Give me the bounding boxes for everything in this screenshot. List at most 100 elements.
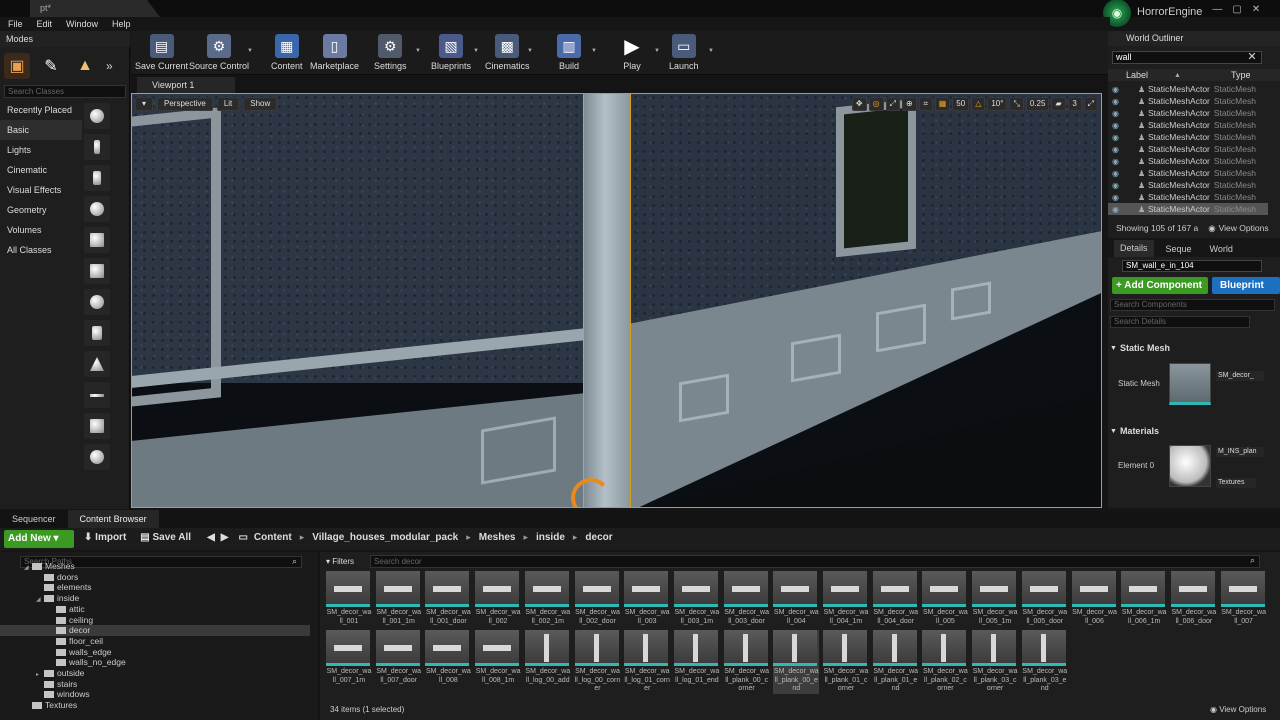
outliner-view-options[interactable]: View Options <box>1219 223 1269 233</box>
outliner-search-input[interactable]: wall <box>1112 51 1262 64</box>
asset-tile[interactable]: SM_decor_wall_log_00_add <box>524 630 571 685</box>
visibility-eye-icon[interactable]: ◉ <box>1112 121 1122 130</box>
actor-plane-icon[interactable] <box>84 382 110 408</box>
asset-tile[interactable]: SM_decor_wall_008 <box>425 630 471 685</box>
asset-tile[interactable]: SM_decor_wall_007_door <box>375 630 422 685</box>
category-geometry[interactable]: Geometry <box>0 200 82 220</box>
tree-folder[interactable]: ◢ Meshes <box>0 561 310 572</box>
asset-tile[interactable]: SM_decor_wall_log_01_corner <box>624 630 670 694</box>
actor-player-start-icon[interactable] <box>84 134 110 160</box>
asset-tile[interactable]: SM_decor_wall_007_1m <box>326 630 372 685</box>
tree-folder[interactable]: doors <box>0 572 310 583</box>
menu-window[interactable]: Window <box>66 19 98 29</box>
outliner-row[interactable]: ◉ ♟ StaticMeshActor StaticMesh <box>1108 179 1268 191</box>
visibility-eye-icon[interactable]: ◉ <box>1112 109 1122 118</box>
launch-button[interactable]: ▭ Launch <box>669 34 699 71</box>
minimize-icon[interactable]: — <box>1212 4 1222 15</box>
import-button[interactable]: ⬇ Import <box>84 532 126 543</box>
breadcrumb-content[interactable]: Content <box>254 532 292 543</box>
asset-view-options[interactable]: ◉ View Options <box>1210 705 1266 714</box>
textures-dropdown[interactable]: Textures <box>1216 478 1256 488</box>
asset-tile[interactable]: SM_decor_wall_003_1m <box>673 571 720 626</box>
surface-snap-icon[interactable]: ⌗ <box>918 97 933 111</box>
search-classes-input[interactable]: Search Classes <box>4 85 126 98</box>
save-current-button[interactable]: ▤ Save Current <box>135 34 188 71</box>
tree-folder[interactable]: walls_no_edge <box>0 657 310 668</box>
place-mode-icon[interactable]: ▣ <box>4 53 30 79</box>
outliner-tab[interactable]: World Outliner <box>1108 31 1280 46</box>
mesh-asset-combo[interactable]: SM_decor_ <box>1216 371 1264 381</box>
breadcrumb-village[interactable]: Village_houses_modular_pack <box>312 532 458 543</box>
outliner-row[interactable]: ◉ ♟ StaticMeshActor StaticMesh <box>1108 131 1268 143</box>
blueprints-dropdown-icon[interactable]: ▼ <box>473 48 479 54</box>
tab-sequencer-bottom[interactable]: Sequencer <box>0 510 68 528</box>
landscape-mode-icon[interactable]: ▲ <box>72 53 98 79</box>
menu-edit[interactable]: Edit <box>37 19 53 29</box>
play-button[interactable]: ▶ Play <box>620 34 644 72</box>
asset-tile[interactable]: SM_decor_wall_001 <box>326 571 372 626</box>
tree-folder[interactable]: attic <box>0 604 310 615</box>
material-thumbnail[interactable] <box>1169 445 1211 487</box>
category-cinematic[interactable]: Cinematic <box>0 160 82 180</box>
actor-cylinder-mesh-icon[interactable] <box>84 320 110 346</box>
rotation-snap-value[interactable]: 10° <box>987 97 1008 111</box>
camera-speed-value[interactable]: 3 <box>1067 97 1082 111</box>
tree-folder[interactable]: stairs <box>0 679 310 690</box>
asset-tile[interactable]: SM_decor_wall_005 <box>922 571 968 626</box>
actor-cube-icon[interactable] <box>84 258 110 284</box>
outliner-row[interactable]: ◉ ♟ StaticMeshActor StaticMesh <box>1108 83 1268 95</box>
source-control-dropdown-icon[interactable]: ▼ <box>247 48 253 54</box>
asset-tile[interactable]: SM_decor_wall_log_00_corner <box>574 630 621 694</box>
asset-tile[interactable]: SM_decor_wall_007 <box>1220 571 1267 626</box>
asset-tile[interactable]: SM_decor_wall_log_01_end <box>673 630 720 685</box>
breadcrumb-sep-icon[interactable]: ▸ <box>523 532 528 543</box>
mesh-thumbnail[interactable] <box>1169 363 1211 405</box>
asset-tile[interactable]: SM_decor_wall_006_door <box>1170 571 1217 626</box>
outliner-row[interactable]: ◉ ♟ StaticMeshActor StaticMesh <box>1108 191 1268 203</box>
modes-tab[interactable]: Modes <box>0 31 130 47</box>
outliner-row[interactable]: ◉ ♟ StaticMeshActor StaticMesh <box>1108 155 1268 167</box>
actor-box-trigger-icon[interactable] <box>84 413 110 439</box>
asset-tile[interactable]: SM_decor_wall_006 <box>1071 571 1118 626</box>
source-control-button[interactable]: ⚙ Source Control <box>189 34 249 71</box>
category-visual-effects[interactable]: Visual Effects <box>0 180 82 200</box>
tree-folder[interactable]: ◢ inside <box>0 593 310 604</box>
actor-camera-icon[interactable] <box>84 227 110 253</box>
asset-tile[interactable]: SM_decor_wall_plank_01_corner <box>823 630 869 694</box>
actor-sphere-mesh-icon[interactable] <box>84 289 110 315</box>
asset-tile[interactable]: SM_decor_wall_005_1m <box>972 571 1018 626</box>
category-basic[interactable]: Basic <box>0 120 82 140</box>
translate-icon[interactable]: ✥ <box>851 97 867 111</box>
outliner-row[interactable]: ◉ ♟ StaticMeshActor StaticMesh <box>1108 95 1268 107</box>
category-lights[interactable]: Lights <box>0 140 82 160</box>
breadcrumb-meshes[interactable]: Meshes <box>479 532 516 543</box>
actor-point-light-icon[interactable] <box>84 196 110 222</box>
material-asset-combo[interactable]: M_INS_plan <box>1216 447 1264 457</box>
section-static-mesh[interactable]: ▼ Static Mesh <box>1108 341 1280 355</box>
content-button[interactable]: ▦ Content <box>271 34 303 71</box>
forward-icon[interactable]: ▶ <box>221 532 229 543</box>
show-button[interactable]: Show <box>243 97 278 111</box>
search-assets-input[interactable]: Search decor <box>370 555 1260 568</box>
build-button[interactable]: ▥ Build <box>557 34 581 71</box>
camera-speed-icon[interactable]: ▰ <box>1051 97 1066 111</box>
asset-tile[interactable]: SM_decor_wall_003_door <box>723 571 770 626</box>
tree-folder[interactable]: walls_edge <box>0 647 310 658</box>
visibility-eye-icon[interactable]: ◉ <box>1112 133 1122 142</box>
cinematics-dropdown-icon[interactable]: ▼ <box>527 48 533 54</box>
category-recently-placed[interactable]: Recently Placed <box>0 100 82 120</box>
visibility-eye-icon[interactable]: ◉ <box>1112 205 1122 214</box>
tab-world-settings[interactable]: World <box>1204 244 1239 254</box>
visibility-eye-icon[interactable]: ◉ <box>1112 97 1122 106</box>
viewport-tab[interactable]: Viewport 1 <box>137 77 235 93</box>
asset-tile[interactable]: SM_decor_wall_plank_01_end <box>872 630 919 694</box>
category-all-classes[interactable]: All Classes <box>0 240 82 260</box>
clear-search-icon[interactable]: ✕ <box>1245 51 1259 64</box>
tab-content-browser[interactable]: Content Browser <box>67 510 159 528</box>
asset-tile[interactable]: SM_decor_wall_001_1m <box>375 571 422 626</box>
asset-tile[interactable]: SM_decor_wall_008_1m <box>475 630 521 685</box>
add-new-button[interactable]: Add New ▾ <box>4 530 74 548</box>
tree-folder[interactable]: elements <box>0 582 310 593</box>
blueprint-button[interactable]: Blueprint <box>1212 277 1280 294</box>
blueprints-button[interactable]: ▧ Blueprints <box>431 34 471 71</box>
